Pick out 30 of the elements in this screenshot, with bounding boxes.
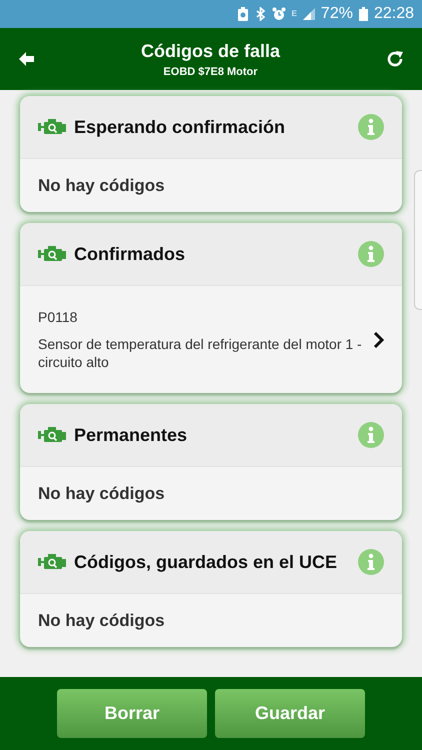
empty-message: No hay códigos [37,610,166,632]
alarm-icon [272,7,286,21]
empty-message: No hay códigos [37,175,166,197]
back-arrow-icon [18,51,34,67]
section-title: Esperando confirmación [74,116,286,138]
bluetooth-icon [254,7,266,21]
info-icon[interactable] [358,241,384,267]
info-icon[interactable] [358,422,384,448]
engine-search-icon [38,554,66,570]
screen-title: Códigos de falla [140,40,280,62]
engine-search-icon [38,119,66,135]
screen-subtitle: EOBD $7E8 Motor [163,66,258,78]
battery-icon [358,7,368,21]
section-title: Permanentes [74,424,188,446]
section-title: Confirmados [74,244,186,264]
engine-search-icon [38,427,66,443]
engine-search-icon [38,246,66,262]
info-icon[interactable] [358,114,384,140]
network-type: E [292,10,297,18]
empty-message: No hay códigos [37,483,166,505]
chevron-right-icon[interactable] [373,332,384,348]
fault-description[interactable]: Sensor de temperatura del refrigerante del motor 1 - circuito alto [38,335,363,371]
signal-icon [302,7,315,21]
info-icon[interactable] [358,549,384,575]
fault-code[interactable]: P0118 [38,308,363,326]
battery-saver-icon [236,7,249,21]
clock: 22:28 [374,5,414,23]
battery-percent: 72% [320,5,353,23]
section-title: Códigos, guardados en el UCE [74,552,338,572]
refresh-icon [387,50,404,68]
